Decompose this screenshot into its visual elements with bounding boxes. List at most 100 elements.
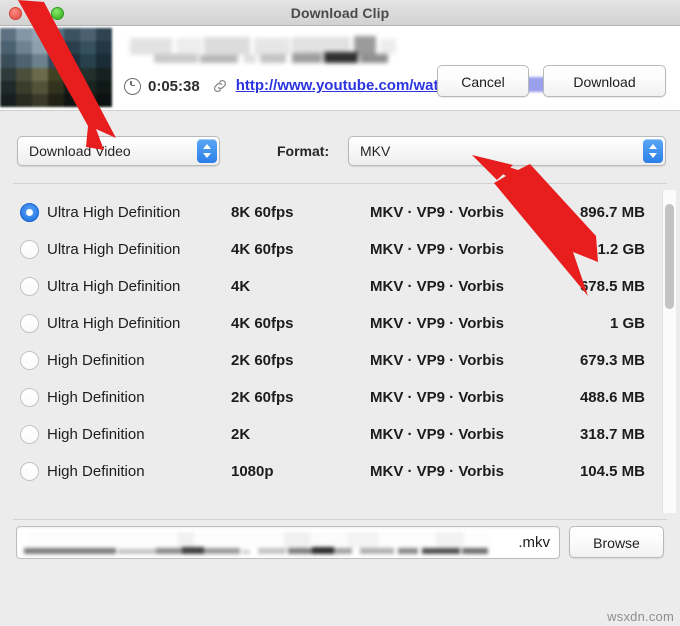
- redaction-block: [28, 532, 178, 548]
- thumbnail-pixel: [48, 94, 65, 107]
- thumbnail-pixel: [32, 41, 49, 55]
- redaction-block: [436, 532, 464, 548]
- video-thumbnail: [0, 28, 112, 107]
- redaction-block: [462, 548, 488, 554]
- thumbnail-pixel: [80, 81, 97, 95]
- thumbnail-pixel: [32, 68, 49, 82]
- clip-duration: 0:05:38: [148, 78, 200, 95]
- quality-row[interactable]: High Definition2K 60fpsMKV · VP9 · Vorbi…: [0, 342, 680, 379]
- quality-radio-button[interactable]: [20, 462, 39, 481]
- thumbnail-pixel: [16, 28, 33, 42]
- quality-row[interactable]: Ultra High Definition4KMKV · VP9 · Vorbi…: [0, 268, 680, 305]
- thumbnail-pixel: [0, 28, 17, 42]
- quality-radio-button[interactable]: [20, 388, 39, 407]
- clip-url-link[interactable]: http://www.youtube.com/watch?: [236, 77, 465, 94]
- quality-label: High Definition: [47, 426, 145, 443]
- format-value: MKV: [360, 137, 390, 165]
- thumbnail-pixel: [0, 68, 17, 82]
- thumbnail-pixel: [96, 94, 112, 107]
- quality-filesize: 318.7 MB: [470, 426, 645, 443]
- redaction-block: [312, 547, 334, 554]
- redaction-block: [422, 548, 460, 554]
- quality-label: Ultra High Definition: [47, 315, 180, 332]
- thumbnail-pixel: [80, 68, 97, 82]
- quality-resolution: 2K 60fps: [231, 389, 294, 406]
- thumbnail-pixel: [48, 81, 65, 95]
- redaction-block: [360, 548, 394, 554]
- cancel-button[interactable]: Cancel: [437, 65, 529, 97]
- redaction-block: [182, 547, 204, 554]
- save-path-field[interactable]: .mkv: [16, 526, 560, 559]
- download-clip-dialog: Download Clip 0:05:38 http://www.youtube…: [0, 0, 680, 626]
- thumbnail-pixel: [0, 54, 17, 68]
- thumbnail-pixel: [64, 94, 81, 107]
- thumbnail-pixel: [80, 54, 97, 68]
- quality-radio-button[interactable]: [20, 203, 39, 222]
- redaction-block: [194, 532, 284, 548]
- redaction-block: [348, 532, 378, 548]
- thumbnail-pixel: [48, 28, 65, 42]
- quality-label: Ultra High Definition: [47, 278, 180, 295]
- up-down-chevron-icon: [197, 139, 217, 163]
- link-icon: [212, 78, 228, 94]
- thumbnail-pixel: [96, 41, 112, 55]
- redaction-block: [244, 55, 256, 63]
- thumbnail-pixel: [64, 68, 81, 82]
- thumbnail-pixel: [64, 54, 81, 68]
- redaction-block: [258, 548, 286, 554]
- quality-resolution: 4K: [231, 278, 250, 295]
- thumbnail-pixel: [96, 81, 112, 95]
- thumbnail-pixel: [16, 81, 33, 95]
- quality-list[interactable]: Ultra High Definition8K 60fpsMKV · VP9 ·…: [0, 188, 680, 515]
- quality-resolution: 2K: [231, 426, 250, 443]
- browse-button[interactable]: Browse: [569, 526, 664, 558]
- quality-row[interactable]: Ultra High Definition4K 60fpsMKV · VP9 ·…: [0, 231, 680, 268]
- save-path-redacted: [22, 531, 492, 556]
- quality-resolution: 4K 60fps: [231, 315, 294, 332]
- quality-filesize: 104.5 MB: [470, 463, 645, 480]
- redaction-block: [292, 53, 322, 63]
- quality-row[interactable]: High Definition2KMKV · VP9 · Vorbis318.7…: [0, 416, 680, 453]
- redaction-block: [380, 39, 396, 54]
- thumbnail-pixel: [96, 68, 112, 82]
- thumbnail-pixel: [80, 41, 97, 55]
- thumbnail-pixel: [16, 68, 33, 82]
- download-button[interactable]: Download: [543, 65, 666, 97]
- format-label: Format:: [277, 136, 329, 166]
- redaction-block: [288, 548, 312, 554]
- quality-row[interactable]: Ultra High Definition8K 60fpsMKV · VP9 ·…: [0, 194, 680, 231]
- redaction-block: [464, 532, 492, 548]
- quality-filesize: 679.3 MB: [470, 352, 645, 369]
- redaction-block: [200, 55, 238, 63]
- thumbnail-pixel: [64, 28, 81, 42]
- save-path-extension: .mkv: [518, 527, 550, 558]
- quality-label: High Definition: [47, 352, 145, 369]
- quality-resolution: 2K 60fps: [231, 352, 294, 369]
- download-mode-popup[interactable]: Download Video: [17, 136, 220, 166]
- thumbnail-pixel: [64, 41, 81, 55]
- thumbnail-pixel: [0, 94, 17, 107]
- divider-bottom: [13, 519, 667, 520]
- quality-filesize: 896.7 MB: [470, 204, 645, 221]
- thumbnail-pixel: [16, 54, 33, 68]
- download-mode-value: Download Video: [29, 137, 131, 165]
- quality-filesize: 488.6 MB: [470, 389, 645, 406]
- quality-radio-button[interactable]: [20, 351, 39, 370]
- thumbnail-pixel: [32, 81, 49, 95]
- quality-row[interactable]: Ultra High Definition4K 60fpsMKV · VP9 ·…: [0, 305, 680, 342]
- thumbnail-pixel: [96, 54, 112, 68]
- quality-row[interactable]: High Definition2K 60fpsMKV · VP9 · Vorbi…: [0, 379, 680, 416]
- format-popup[interactable]: MKV: [348, 136, 666, 166]
- quality-radio-button[interactable]: [20, 425, 39, 444]
- quality-row[interactable]: High Definition1080pMKV · VP9 · Vorbis10…: [0, 453, 680, 490]
- quality-radio-button[interactable]: [20, 240, 39, 259]
- quality-radio-button[interactable]: [20, 277, 39, 296]
- quality-label: Ultra High Definition: [47, 204, 180, 221]
- divider-top: [13, 183, 667, 184]
- redaction-block: [242, 550, 250, 554]
- quality-filesize: 1.2 GB: [470, 241, 645, 258]
- save-location-row: .mkv Browse: [0, 526, 680, 566]
- quality-resolution: 8K 60fps: [231, 204, 294, 221]
- quality-radio-button[interactable]: [20, 314, 39, 333]
- redaction-block: [118, 549, 156, 554]
